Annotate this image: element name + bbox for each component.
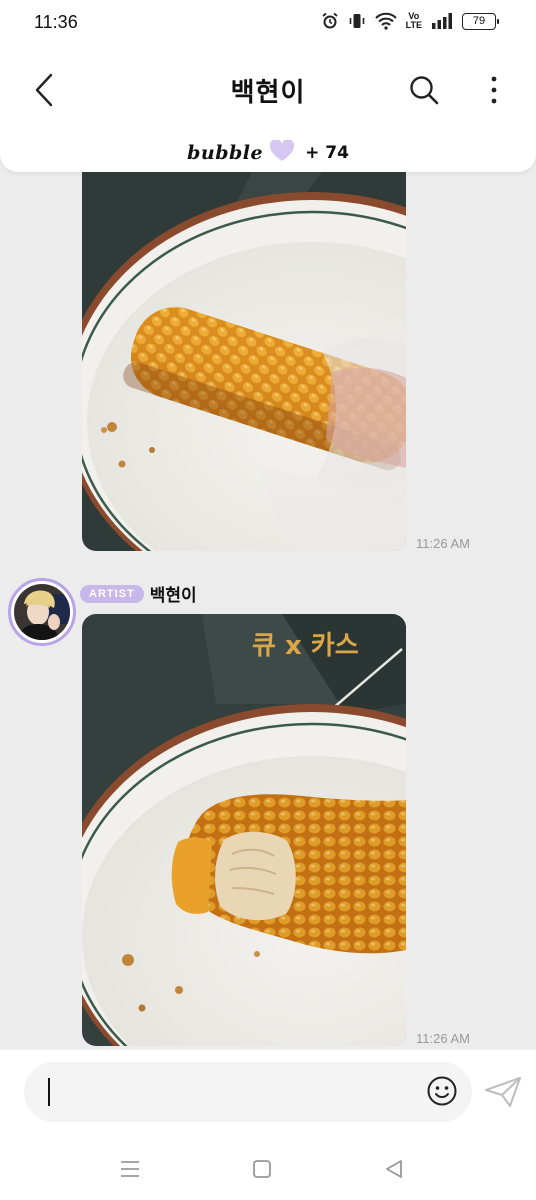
message-composer xyxy=(0,1050,536,1136)
sender-name: 백현이 xyxy=(149,586,197,606)
sender-row: ARTIST 백현이 xyxy=(80,581,197,606)
more-options-button[interactable] xyxy=(472,68,516,112)
heart-icon xyxy=(269,139,295,166)
wifi-icon xyxy=(374,12,397,30)
home-square-icon xyxy=(253,1160,271,1178)
box-print-text: 큐 x 카스 xyxy=(252,631,359,661)
menu-lines-icon xyxy=(121,1161,139,1177)
artist-avatar[interactable] xyxy=(8,578,76,646)
vibrate-icon xyxy=(348,12,366,30)
photo-message[interactable]: 큐 x 카스 xyxy=(82,614,406,1046)
text-cursor xyxy=(48,1078,50,1106)
back-triangle-icon xyxy=(386,1160,402,1178)
home-button[interactable] xyxy=(247,1154,277,1184)
message-timestamp: 11:26 AM xyxy=(416,536,470,551)
status-bar: 11:36 Vo LTE 79 xyxy=(0,0,536,48)
bubble-subscription-row: bubble + 74 xyxy=(0,139,536,166)
artist-badge: ARTIST xyxy=(80,584,144,603)
bitten-corn-photo: 큐 x 카스 xyxy=(82,614,406,1046)
back-nav-button[interactable] xyxy=(379,1154,409,1184)
status-icons: Vo LTE 79 xyxy=(321,11,499,30)
smiley-icon xyxy=(427,1076,457,1106)
more-vertical-icon xyxy=(491,76,497,104)
bubble-logo: bubble xyxy=(187,142,264,164)
status-time: 11:36 xyxy=(34,12,78,32)
chat-header: 백현이 bubble + 74 xyxy=(0,48,536,172)
signal-icon xyxy=(431,12,453,30)
search-button[interactable] xyxy=(402,68,446,112)
alarm-icon xyxy=(321,12,339,30)
search-icon xyxy=(410,76,439,105)
system-nav-bar xyxy=(0,1136,536,1200)
bubble-count: + 74 xyxy=(305,143,349,163)
message-timestamp: 11:26 AM xyxy=(416,1031,470,1046)
avatar-photo xyxy=(14,584,70,640)
battery-icon: 79 xyxy=(462,12,499,30)
send-icon xyxy=(485,1077,521,1107)
emoji-button[interactable] xyxy=(426,1075,458,1111)
send-button[interactable] xyxy=(484,1076,522,1112)
volte-icon: Vo LTE xyxy=(405,11,422,30)
message-input[interactable] xyxy=(24,1062,472,1122)
photo-message[interactable] xyxy=(82,172,406,551)
recents-button[interactable] xyxy=(115,1154,145,1184)
corn-on-plate-photo xyxy=(82,172,406,551)
chat-title: 백현이 xyxy=(230,78,306,108)
